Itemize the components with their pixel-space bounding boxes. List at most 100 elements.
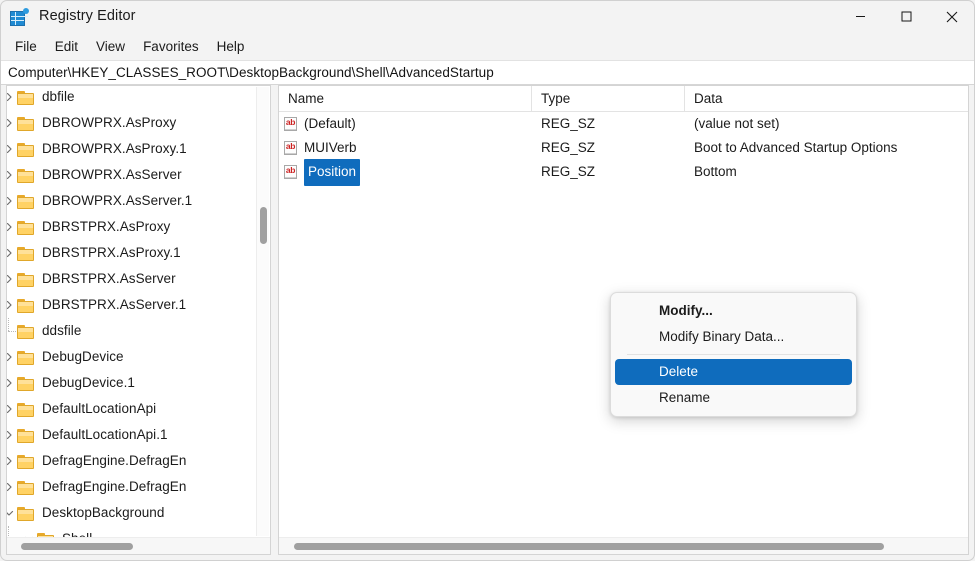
chevron-right-icon[interactable] [7,86,17,110]
list-horizontal-scroll-thumb[interactable] [294,543,884,550]
close-icon[interactable] [929,0,975,33]
chevron-right-icon[interactable] [7,292,17,318]
chevron-right-icon[interactable] [7,240,17,266]
string-value-icon: ab [283,116,299,132]
menu-edit[interactable]: Edit [46,36,87,58]
tree-node[interactable]: DBROWPRX.AsServer.1 [7,188,270,214]
minimize-icon[interactable] [837,0,883,33]
pane-splitter[interactable] [271,85,278,555]
values-list[interactable]: ab (Default) REG_SZ (value not set) ab MUIVer… [279,112,968,537]
tree-node-label: DefaultLocationApi [42,401,157,416]
menu-bar: File Edit View Favorites Help [0,33,975,60]
tree-node-label: DefaultLocationApi.1 [42,427,168,442]
tree-node[interactable]: DesktopBackground [7,500,270,526]
value-row[interactable]: ab MUIVerb REG_SZ Boot to Advanced Startup … [279,136,968,160]
tree-node[interactable]: DBROWPRX.AsServer [7,162,270,188]
tree-node[interactable]: DBRSTPRX.AsServer.1 [7,292,270,318]
chevron-right-icon[interactable] [7,474,17,500]
column-header-data[interactable]: Data [685,86,968,111]
menu-view[interactable]: View [87,36,134,58]
maximize-icon[interactable] [883,0,929,33]
folder-icon [17,142,36,157]
value-data: Bottom [694,164,737,179]
context-menu-item[interactable]: Delete [615,359,852,385]
tree-node[interactable]: DBROWPRX.AsProxy.1 [7,136,270,162]
folder-icon [17,194,36,209]
chevron-down-icon[interactable] [21,526,37,537]
tree-node-label: DBRSTPRX.AsServer [42,271,176,286]
tree-node-label: DefragEngine.DefragEn [42,479,187,494]
folder-icon [17,90,36,105]
menu-file[interactable]: File [6,36,46,58]
registry-editor-icon [10,7,29,26]
folder-icon [17,168,36,183]
context-menu-separator [627,354,840,355]
tree-node-label: DBRSTPRX.AsServer.1 [42,297,187,312]
tree-node[interactable]: Shell [7,526,270,537]
tree-node[interactable]: DefragEngine.DefragEn [7,474,270,500]
column-header-name[interactable]: Name [279,86,532,111]
tree-node[interactable]: DefragEngine.DefragEn [7,448,270,474]
content-area: dbfile DBROWPRX.AsProxy DBROWPRX.AsProxy.1… [0,85,975,561]
registry-tree[interactable]: dbfile DBROWPRX.AsProxy DBROWPRX.AsProxy.1… [7,86,270,537]
value-row[interactable]: ab (Default) REG_SZ (value not set) [279,112,968,136]
chevron-right-icon[interactable] [7,370,17,396]
folder-icon [17,246,36,261]
tree-horizontal-scrollbar[interactable] [7,537,270,554]
chevron-right-icon[interactable] [7,344,17,370]
tree-node-label: DBROWPRX.AsProxy.1 [42,141,187,156]
tree-vertical-scroll-thumb[interactable] [260,207,267,244]
values-pane: Name Type Data ab (Default) REG_SZ (value n… [278,85,969,555]
value-type: REG_SZ [541,164,596,179]
tree-node[interactable]: DBROWPRX.AsProxy [7,110,270,136]
chevron-right-icon[interactable] [7,422,17,448]
menu-favorites[interactable]: Favorites [134,36,208,58]
tree-node[interactable]: DebugDevice.1 [7,370,270,396]
chevron-right-icon[interactable] [7,266,17,292]
tree-horizontal-scroll-thumb[interactable] [21,543,133,550]
tree-node[interactable]: DBRSTPRX.AsProxy [7,214,270,240]
list-column-headers: Name Type Data [279,86,968,112]
tree-node[interactable]: DefaultLocationApi [7,396,270,422]
folder-icon [17,454,36,469]
tree-node-label: dbfile [42,89,75,104]
chevron-down-icon[interactable] [7,500,17,526]
tree-node[interactable]: dbfile [7,86,270,110]
chevron-right-icon[interactable] [7,396,17,422]
context-menu-item[interactable]: Modify... [615,298,852,324]
folder-icon [17,350,36,365]
tree-elbow-connector [7,318,17,344]
folder-icon [17,402,36,417]
tree-node[interactable]: ddsfile [7,318,270,344]
tree-vertical-scrollbar[interactable] [256,87,269,536]
column-header-type[interactable]: Type [532,86,685,111]
context-menu-item[interactable]: Modify Binary Data... [615,324,852,350]
address-bar[interactable]: Computer\HKEY_CLASSES_ROOT\DesktopBackgr… [0,60,975,85]
value-name-cell: ab (Default) [279,112,532,136]
chevron-right-icon[interactable] [7,188,17,214]
chevron-right-icon[interactable] [7,214,17,240]
value-data: Boot to Advanced Startup Options [694,140,898,155]
value-name: Position [304,158,361,186]
tree-indent [7,526,21,537]
chevron-right-icon[interactable] [7,110,17,136]
tree-guide-line [8,526,9,537]
menu-help[interactable]: Help [208,36,254,58]
value-type: REG_SZ [541,140,596,155]
tree-node[interactable]: DebugDevice [7,344,270,370]
tree-node-label: DBROWPRX.AsServer [42,167,182,182]
folder-icon [17,376,36,391]
context-menu-item[interactable]: Rename [615,385,852,411]
value-data: (value not set) [694,116,780,131]
chevron-right-icon[interactable] [7,162,17,188]
registry-tree-pane: dbfile DBROWPRX.AsProxy DBROWPRX.AsProxy.1… [6,85,271,555]
tree-node[interactable]: DefaultLocationApi.1 [7,422,270,448]
list-horizontal-scrollbar[interactable] [279,537,968,554]
folder-icon [17,480,36,495]
chevron-right-icon[interactable] [7,448,17,474]
tree-node[interactable]: DBRSTPRX.AsProxy.1 [7,240,270,266]
value-row[interactable]: ab Position REG_SZ Bottom [279,158,968,186]
tree-node[interactable]: DBRSTPRX.AsServer [7,266,270,292]
chevron-right-icon[interactable] [7,136,17,162]
value-type: REG_SZ [541,116,596,131]
